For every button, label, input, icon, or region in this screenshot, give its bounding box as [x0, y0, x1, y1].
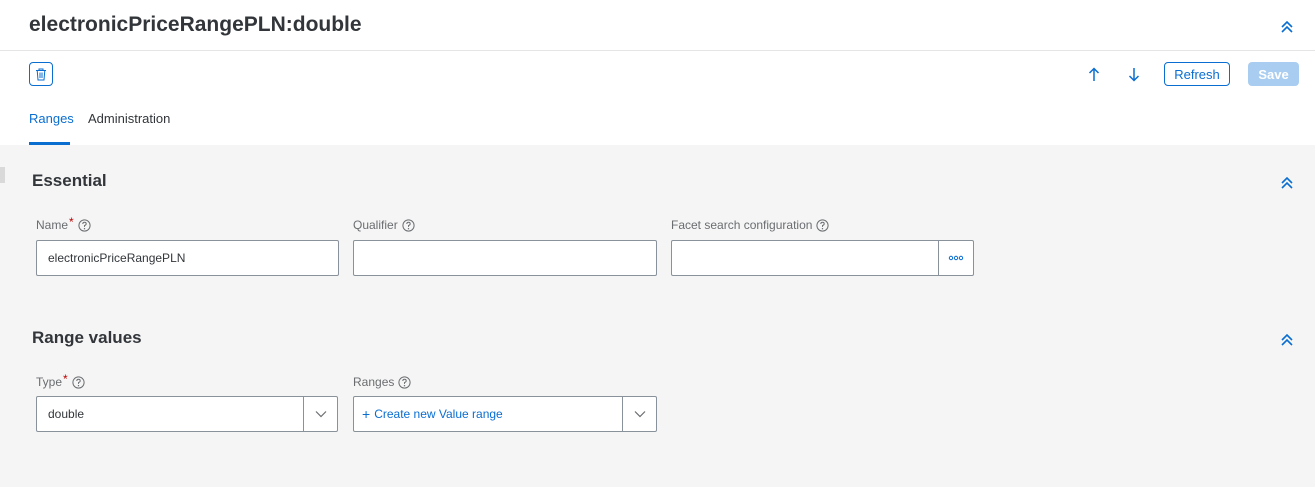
- qualifier-input[interactable]: [353, 240, 657, 276]
- type-dropdown-button[interactable]: [303, 396, 338, 432]
- type-label-text: Type: [36, 375, 63, 389]
- refresh-button[interactable]: Refresh: [1164, 62, 1230, 86]
- required-asterisk: *: [69, 215, 74, 229]
- question-circle-icon[interactable]: [72, 375, 85, 389]
- question-circle-icon[interactable]: [402, 218, 415, 232]
- arrow-up-icon: [1088, 66, 1100, 81]
- facet-search-label-text: Facet search configuration: [671, 218, 813, 232]
- tab-administration[interactable]: Administration: [88, 111, 170, 126]
- question-circle-icon[interactable]: [816, 218, 830, 232]
- create-value-range-link[interactable]: + Create new Value range: [362, 406, 503, 422]
- ranges-label: Ranges: [353, 375, 411, 389]
- required-asterisk: *: [63, 372, 68, 386]
- section-title-range-values: Range values: [32, 328, 142, 347]
- name-input[interactable]: electronicPriceRangePLN: [36, 240, 339, 276]
- type-select[interactable]: double: [36, 396, 304, 432]
- arrow-down-icon: [1128, 67, 1140, 82]
- active-tab-indicator: [29, 142, 70, 145]
- chevron-double-up-icon: [1281, 333, 1293, 346]
- section-title-essential: Essential: [32, 171, 107, 190]
- create-value-range-text: Create new Value range: [374, 407, 503, 421]
- chevron-double-up-icon: [1281, 176, 1293, 189]
- qualifier-label: Qualifier: [353, 218, 415, 232]
- name-label: Name *: [36, 215, 91, 232]
- save-button[interactable]: Save: [1248, 62, 1299, 86]
- name-input-value: electronicPriceRangePLN: [48, 251, 186, 265]
- name-label-text: Name: [36, 218, 69, 232]
- facet-search-label: Facet search configuration: [671, 218, 830, 232]
- essential-collapse-button[interactable]: [1277, 173, 1297, 193]
- chevron-down-icon: [634, 411, 645, 418]
- ranges-label-text: Ranges: [353, 375, 395, 389]
- facet-value-help-button[interactable]: [938, 240, 974, 276]
- object-header: electronicPriceRangePLN:double Refresh S…: [0, 0, 1315, 145]
- delete-button[interactable]: [29, 62, 53, 86]
- title-bar: electronicPriceRangePLN:double: [0, 0, 1315, 51]
- qualifier-label-text: Qualifier: [353, 218, 398, 232]
- type-label: Type *: [36, 372, 85, 389]
- type-select-value: double: [48, 407, 85, 421]
- ranges-select[interactable]: + Create new Value range: [353, 396, 623, 432]
- question-circle-icon[interactable]: [398, 375, 411, 389]
- move-up-button[interactable]: [1084, 64, 1104, 84]
- trash-icon: [36, 68, 46, 80]
- header-collapse-button[interactable]: [1277, 17, 1297, 37]
- page-title: electronicPriceRangePLN:double: [29, 13, 362, 36]
- facet-search-input[interactable]: [671, 240, 939, 276]
- move-down-button[interactable]: [1124, 64, 1144, 84]
- question-circle-icon[interactable]: [78, 218, 91, 232]
- chevron-down-icon: [315, 411, 326, 418]
- ranges-dropdown-button[interactable]: [622, 396, 657, 432]
- side-panel-handle[interactable]: [0, 167, 5, 183]
- chevron-double-up-icon: [1281, 20, 1293, 33]
- plus-icon: +: [362, 406, 371, 422]
- range-values-collapse-button[interactable]: [1277, 330, 1297, 350]
- tab-ranges[interactable]: Ranges: [29, 111, 74, 126]
- ellipsis-icon: [948, 255, 964, 261]
